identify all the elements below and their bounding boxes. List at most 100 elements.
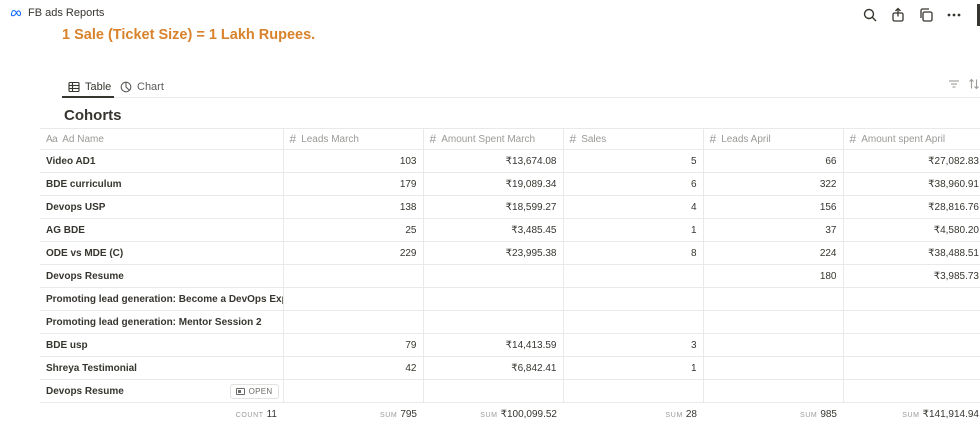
sort-icon[interactable] [968, 78, 980, 90]
table-cell[interactable]: ₹23,995.38 [422, 241, 563, 265]
table-cell[interactable] [702, 287, 843, 311]
aggregate-cell[interactable]: SUM ₹141,914.94 [843, 403, 980, 427]
table-cell[interactable]: Shreya Testimonial [40, 356, 283, 380]
table-cell[interactable]: 6 [562, 172, 703, 196]
table-row[interactable]: BDE usp 79 ₹14,413.59 3 [40, 333, 980, 357]
table-cell[interactable] [282, 310, 423, 334]
table-row[interactable]: Video AD1 103 ₹13,674.08 5 66 ₹27,082.83 [40, 149, 980, 173]
table-cell[interactable]: 138 [282, 195, 423, 219]
table-cell[interactable] [842, 356, 980, 380]
table-cell[interactable] [702, 333, 843, 357]
column-header[interactable]: # Leads April [702, 128, 843, 150]
table-cell[interactable] [702, 356, 843, 380]
table-row[interactable]: Promoting lead generation: Become a DevO… [40, 287, 980, 311]
table-cell[interactable] [422, 310, 563, 334]
table-cell[interactable]: BDE curriculum [40, 172, 283, 196]
table-cell[interactable]: 8 [562, 241, 703, 265]
search-icon[interactable] [861, 6, 879, 24]
table-row[interactable]: ODE vs MDE (C) 229 ₹23,995.38 8 224 ₹38,488.5… [40, 241, 980, 265]
aggregate-cell[interactable]: SUM ₹100,099.52 [423, 403, 563, 427]
table-cell[interactable] [422, 379, 563, 403]
table-cell[interactable]: 37 [702, 218, 843, 242]
table-row[interactable]: BDE curriculum 179 ₹19,089.34 6 322 ₹38,960.9… [40, 172, 980, 196]
table-cell[interactable]: 229 [282, 241, 423, 265]
table-cell[interactable]: ₹18,599.27 [422, 195, 563, 219]
table-cell[interactable]: Promoting lead generation: Mentor Sessio… [40, 310, 283, 334]
table-row[interactable]: Devops Resume 180 ₹3,985.73 [40, 264, 980, 288]
table-cell[interactable]: ₹13,674.08 [422, 149, 563, 173]
table-cell[interactable]: 179 [282, 172, 423, 196]
tab-table[interactable]: Table [68, 76, 111, 98]
table-cell[interactable]: 79 [282, 333, 423, 357]
column-header[interactable]: # Amount Spent March [422, 128, 563, 150]
table-cell[interactable] [422, 264, 563, 288]
aggregate-cell[interactable]: SUM 795 [283, 403, 423, 427]
table-cell[interactable]: Devops Resume OPEN [40, 379, 283, 403]
table-cell[interactable]: ₹27,082.83 [842, 149, 980, 173]
table-cell[interactable]: 66 [702, 149, 843, 173]
table-cell[interactable]: BDE usp [40, 333, 283, 357]
table-cell[interactable] [842, 287, 980, 311]
aggregate-cell[interactable]: SUM 28 [563, 403, 703, 427]
table-cell[interactable]: 1 [562, 356, 703, 380]
tab-chart[interactable]: Chart [120, 76, 164, 98]
column-header[interactable]: # Leads March [282, 128, 423, 150]
database-title[interactable]: Cohorts [64, 107, 122, 124]
column-header[interactable]: # Sales [562, 128, 703, 150]
table-cell[interactable]: Devops Resume [40, 264, 283, 288]
table-cell[interactable]: ₹38,960.91 [842, 172, 980, 196]
table-cell[interactable]: ODE vs MDE (C) [40, 241, 283, 265]
breadcrumb-title[interactable]: FB ads Reports [28, 7, 104, 19]
table-cell[interactable] [562, 310, 703, 334]
table-cell[interactable]: ₹28,816.76 [842, 195, 980, 219]
more-icon[interactable] [945, 6, 963, 24]
table-cell[interactable]: AG BDE [40, 218, 283, 242]
table-cell[interactable] [282, 287, 423, 311]
table-cell[interactable] [702, 379, 843, 403]
table-cell[interactable] [562, 287, 703, 311]
breadcrumb[interactable]: FB ads Reports [10, 7, 104, 19]
table-row[interactable]: Promoting lead generation: Mentor Sessio… [40, 310, 980, 334]
table-cell[interactable]: 1 [562, 218, 703, 242]
table-cell[interactable] [842, 333, 980, 357]
table-cell[interactable]: Devops USP [40, 195, 283, 219]
table-cell[interactable]: Promoting lead generation: Become a DevO… [40, 287, 283, 311]
aggregate-cell[interactable]: SUM 985 [703, 403, 843, 427]
table-cell[interactable]: 103 [282, 149, 423, 173]
open-page-button[interactable]: OPEN [229, 384, 279, 399]
share-icon[interactable] [889, 6, 907, 24]
table-cell[interactable]: 156 [702, 195, 843, 219]
table-cell[interactable]: ₹6,842.41 [422, 356, 563, 380]
table-cell[interactable]: 4 [562, 195, 703, 219]
table-cell[interactable]: ₹3,985.73 [842, 264, 980, 288]
table-cell[interactable]: ₹3,485.45 [422, 218, 563, 242]
table-cell[interactable]: 42 [282, 356, 423, 380]
table-row[interactable]: Shreya Testimonial 42 ₹6,842.41 1 [40, 356, 980, 380]
table-cell[interactable] [842, 379, 980, 403]
table-cell[interactable] [842, 310, 980, 334]
table-cell[interactable] [562, 264, 703, 288]
table-cell[interactable] [282, 379, 423, 403]
table-cell[interactable]: ₹4,580.20 [842, 218, 980, 242]
column-header[interactable]: Aa Ad Name [40, 128, 283, 150]
table-cell[interactable]: ₹38,488.51 [842, 241, 980, 265]
table-cell[interactable] [422, 287, 563, 311]
table-row[interactable]: Devops Resume OPEN [40, 379, 980, 403]
table-cell[interactable]: 3 [562, 333, 703, 357]
table-cell[interactable]: 322 [702, 172, 843, 196]
duplicate-icon[interactable] [917, 6, 935, 24]
table-cell[interactable]: 224 [702, 241, 843, 265]
table-cell[interactable] [562, 379, 703, 403]
table-cell[interactable]: 5 [562, 149, 703, 173]
table-cell[interactable]: 180 [702, 264, 843, 288]
filter-icon[interactable] [948, 78, 960, 90]
table-cell[interactable] [702, 310, 843, 334]
table-cell[interactable]: Video AD1 [40, 149, 283, 173]
table-cell[interactable]: ₹14,413.59 [422, 333, 563, 357]
table-row[interactable]: Devops USP 138 ₹18,599.27 4 156 ₹28,816.76 [40, 195, 980, 219]
aggregate-cell[interactable]: COUNT 11 [40, 403, 283, 427]
table-cell[interactable]: ₹19,089.34 [422, 172, 563, 196]
table-row[interactable]: AG BDE 25 ₹3,485.45 1 37 ₹4,580.20 [40, 218, 980, 242]
table-cell[interactable] [282, 264, 423, 288]
column-header[interactable]: # Amount spent April [842, 128, 980, 150]
